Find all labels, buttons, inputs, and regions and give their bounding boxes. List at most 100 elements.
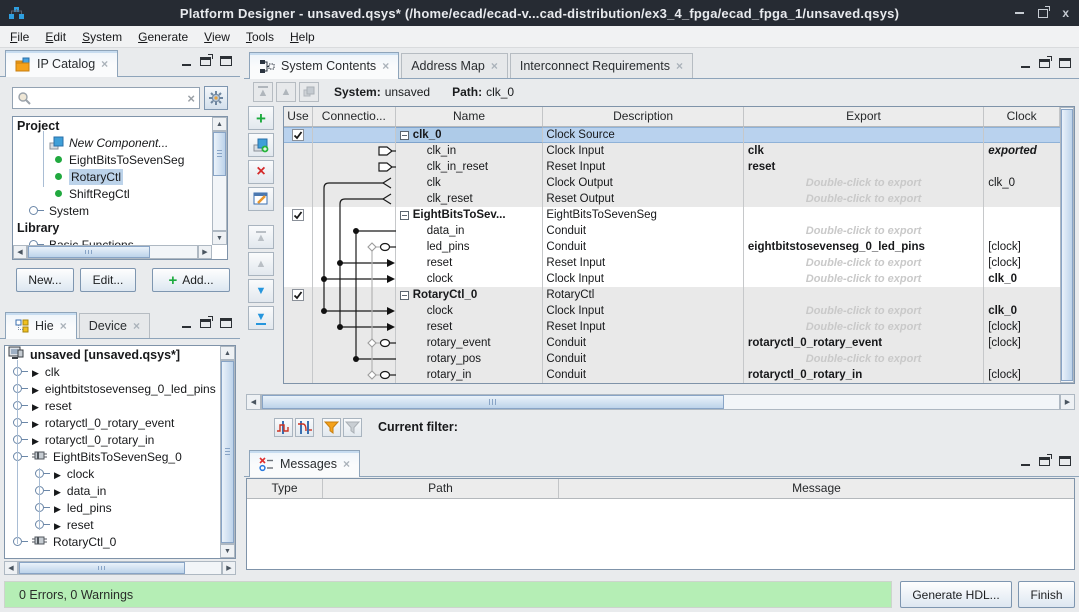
- finish-button[interactable]: Finish: [1018, 581, 1075, 608]
- connections-cell[interactable]: [313, 351, 396, 367]
- collapse-icon[interactable]: [400, 291, 409, 300]
- menu-edit[interactable]: Edit: [37, 28, 74, 46]
- system-row-clk_reset[interactable]: clk_resetReset OutputDouble-click to exp…: [284, 191, 1060, 207]
- export-cell[interactable]: clk: [744, 143, 984, 159]
- export-cell[interactable]: Double-click to export: [744, 175, 984, 191]
- export-cell[interactable]: Double-click to export: [744, 271, 984, 287]
- filter-button[interactable]: [322, 418, 341, 437]
- collapse-icon[interactable]: [400, 131, 409, 140]
- clock-cell[interactable]: clk_0: [984, 271, 1060, 287]
- name-cell[interactable]: reset: [396, 255, 544, 271]
- panel-maximize-icon[interactable]: [220, 318, 232, 328]
- add-component-button[interactable]: +: [248, 106, 274, 130]
- move-to-top-button[interactable]: ▲: [248, 225, 274, 249]
- name-cell[interactable]: clock: [396, 271, 544, 287]
- hierarchy-root[interactable]: unsaved [unsaved.qsys*]: [5, 346, 220, 363]
- tab-system-contents[interactable]: System Contents ×: [249, 52, 399, 79]
- hierarchy-vertical-scrollbar[interactable]: ▲ ▼: [220, 346, 235, 558]
- name-cell[interactable]: rotary_pos: [396, 351, 544, 367]
- name-cell[interactable]: clk_0: [396, 127, 544, 143]
- column-connections[interactable]: Connectio...: [313, 107, 396, 126]
- clock-cell[interactable]: exported: [984, 143, 1060, 159]
- connections-cell[interactable]: [313, 143, 396, 159]
- ip-tree-horizontal-scrollbar[interactable]: ◀ ▶: [13, 245, 212, 259]
- ip-tree-component[interactable]: ShiftRegCtl: [13, 185, 212, 202]
- hierarchy-export-rotaryctl_0_rotary_in[interactable]: ▶rotaryctl_0_rotary_in: [5, 431, 220, 448]
- hierarchy-module-EightBitsToSevenSeg_0[interactable]: EightBitsToSevenSeg_0: [5, 448, 220, 465]
- name-cell[interactable]: clk_in: [396, 143, 544, 159]
- settings-button[interactable]: [204, 86, 228, 110]
- menu-help[interactable]: Help: [282, 28, 323, 46]
- export-cell[interactable]: eightbitstosevenseg_0_led_pins: [744, 239, 984, 255]
- clock-cell[interactable]: [clock]: [984, 335, 1060, 351]
- menu-generate[interactable]: Generate: [130, 28, 196, 46]
- column-path[interactable]: Path: [323, 479, 559, 498]
- export-cell[interactable]: Double-click to export: [744, 223, 984, 239]
- export-cell[interactable]: Double-click to export: [744, 191, 984, 207]
- system-row-clock[interactable]: clockClock InputDouble-click to exportcl…: [284, 303, 1060, 319]
- ip-search-input[interactable]: [31, 91, 187, 105]
- clock-cell[interactable]: [984, 351, 1060, 367]
- system-row-RotaryCtl_0[interactable]: RotaryCtl_0RotaryCtl: [284, 287, 1060, 303]
- system-row-clk_in[interactable]: clk_inClock Inputclkexported: [284, 143, 1060, 159]
- system-row-led_pins[interactable]: led_pinsConduiteightbitstosevenseg_0_led…: [284, 239, 1060, 255]
- window-restore-icon[interactable]: [1038, 9, 1048, 18]
- ip-search-field[interactable]: ×: [12, 87, 200, 109]
- name-cell[interactable]: clock: [396, 303, 544, 319]
- generate-hdl-button[interactable]: Generate HDL...: [900, 581, 1012, 608]
- hierarchy-horizontal-scrollbar[interactable]: ◀ ▶: [4, 561, 236, 575]
- export-cell[interactable]: [744, 127, 984, 143]
- hierarchy-port-led_pins[interactable]: ▶led_pins: [5, 499, 220, 516]
- use-checkbox[interactable]: [292, 209, 304, 221]
- move-down-button[interactable]: ▼: [248, 279, 274, 303]
- use-checkbox[interactable]: [292, 289, 304, 301]
- ip-tree-system[interactable]: System: [13, 202, 212, 219]
- column-name[interactable]: Name: [396, 107, 544, 126]
- connections-cell[interactable]: [313, 287, 396, 303]
- panel-float-icon[interactable]: [200, 57, 211, 66]
- connections-cell[interactable]: [313, 271, 396, 287]
- panel-maximize-icon[interactable]: [1059, 456, 1071, 466]
- export-cell[interactable]: rotaryctl_0_rotary_in: [744, 367, 984, 383]
- tab-close-icon[interactable]: ×: [133, 319, 140, 333]
- ip-tree-component[interactable]: EightBitsToSevenSeg: [13, 151, 212, 168]
- clock-cell[interactable]: [984, 207, 1060, 223]
- ip-tree-vertical-scrollbar[interactable]: ▲ ▼: [212, 117, 227, 245]
- tab-close-icon[interactable]: ×: [491, 59, 498, 73]
- name-cell[interactable]: reset: [396, 319, 544, 335]
- clock-cell[interactable]: [clock]: [984, 255, 1060, 271]
- hierarchy-port-data_in[interactable]: ▶data_in: [5, 482, 220, 499]
- hierarchy-port-reset[interactable]: ▶reset: [5, 516, 220, 533]
- connections-cell[interactable]: [313, 319, 396, 335]
- edit-button[interactable]: Edit...: [80, 268, 136, 292]
- hierarchy-export-reset[interactable]: ▶reset: [5, 397, 220, 414]
- clock-cell[interactable]: [clock]: [984, 319, 1060, 335]
- panel-float-icon[interactable]: [1039, 457, 1050, 466]
- window-minimize-icon[interactable]: [1015, 12, 1024, 14]
- system-row-clk[interactable]: clkClock OutputDouble-click to exportclk…: [284, 175, 1060, 191]
- hierarchy-export-clk[interactable]: ▶clk: [5, 363, 220, 380]
- system-row-reset[interactable]: resetReset InputDouble-click to export[c…: [284, 255, 1060, 271]
- new-button[interactable]: New...: [16, 268, 74, 292]
- column-type[interactable]: Type: [247, 479, 323, 498]
- system-row-clk_0[interactable]: clk_0Clock Source: [284, 127, 1060, 143]
- panel-float-icon[interactable]: [200, 319, 211, 328]
- system-row-rotary_event[interactable]: rotary_eventConduitrotaryctl_0_rotary_ev…: [284, 335, 1060, 351]
- connections-cell[interactable]: [313, 127, 396, 143]
- move-top-mini-button[interactable]: ▲: [253, 82, 273, 102]
- column-message[interactable]: Message: [559, 479, 1074, 498]
- export-cell[interactable]: Double-click to export: [744, 351, 984, 367]
- export-cell[interactable]: rotaryctl_0_rotary_event: [744, 335, 984, 351]
- clock-cell[interactable]: [984, 191, 1060, 207]
- connections-cell[interactable]: [313, 175, 396, 191]
- show-signals-button[interactable]: [295, 418, 314, 437]
- search-clear-icon[interactable]: ×: [187, 91, 195, 106]
- name-cell[interactable]: RotaryCtl_0: [396, 287, 544, 303]
- system-row-EightBitsToSev...[interactable]: EightBitsToSev...EightBitsToSevenSeg: [284, 207, 1060, 223]
- table-vertical-scrollbar[interactable]: [1060, 107, 1074, 383]
- name-cell[interactable]: data_in: [396, 223, 544, 239]
- clock-cell[interactable]: [984, 287, 1060, 303]
- export-cell[interactable]: Double-click to export: [744, 303, 984, 319]
- export-cell[interactable]: Double-click to export: [744, 255, 984, 271]
- edit-component-button[interactable]: [248, 187, 274, 211]
